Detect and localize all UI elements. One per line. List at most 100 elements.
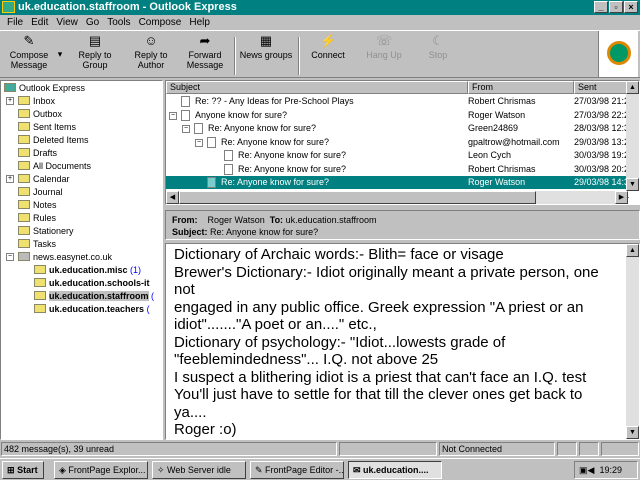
collapse-thread-icon[interactable]: −: [169, 111, 177, 120]
folder-outbox[interactable]: Outbox: [18, 108, 62, 120]
preview-subject: Re: Anyone know for sure?: [210, 227, 319, 237]
message-row[interactable]: Re: ?? - Any Ideas for Pre-School Plays R…: [166, 95, 629, 108]
folder-notes[interactable]: Notes: [18, 199, 57, 211]
newsgroup-misc[interactable]: uk.education.misc (1): [34, 264, 141, 276]
message-subject: Re: Anyone know for sure?: [221, 177, 330, 187]
status-messages: 482 message(s), 39 unread: [1, 442, 337, 456]
column-sent[interactable]: Sent: [574, 81, 628, 94]
trash-icon: [18, 135, 30, 144]
compose-message-button[interactable]: ✎ Compose Message: [6, 34, 52, 71]
collapse-thread-icon[interactable]: −: [182, 125, 190, 133]
message-subject: Re: Anyone know for sure?: [238, 150, 347, 160]
forward-message-button[interactable]: ➦ Forward Message: [180, 34, 230, 71]
reply-to-author-button[interactable]: ☺ Reply to Author: [126, 34, 176, 71]
reply-group-icon: ▤: [88, 33, 102, 48]
menu-go[interactable]: Go: [82, 15, 103, 30]
message-row[interactable]: − Anyone know for sure? Roger Watson 27/03/…: [166, 109, 630, 122]
newsgroup-staffroom[interactable]: uk.education.staffroom (: [34, 290, 154, 302]
folder-rules[interactable]: Rules: [18, 212, 56, 224]
stop-button[interactable]: ☾ Stop: [420, 34, 456, 61]
windows-logo-icon: ⊞: [7, 465, 15, 475]
folder-sent-items[interactable]: Sent Items: [18, 121, 76, 133]
preview-from: Roger Watson: [207, 215, 265, 225]
folder-calendar[interactable]: Calendar: [18, 173, 70, 185]
newsgroups-button[interactable]: ▦ News groups: [238, 33, 294, 61]
window-title: uk.education.staffroom - Outlook Express: [18, 1, 237, 13]
message-row[interactable]: − Re: Anyone know for sure? gpaltrow@hotma…: [166, 136, 629, 149]
collapse-thread-icon[interactable]: −: [195, 138, 203, 147]
menu-tools[interactable]: Tools: [103, 15, 134, 30]
column-subject[interactable]: Subject: [166, 81, 468, 94]
network-icon[interactable]: ▣: [579, 465, 588, 475]
folder-outlook-express[interactable]: Outlook Express: [4, 82, 85, 94]
folder-icon: [18, 239, 30, 248]
message-body[interactable]: Dictionary of Archaic words:- Blith= fac…: [165, 243, 640, 440]
message-icon: [207, 136, 216, 148]
expand-calendar-icon[interactable]: +: [6, 175, 14, 183]
reply-to-group-button[interactable]: ▤ Reply to Group: [70, 33, 120, 71]
folder-icon: [18, 213, 30, 222]
list-vertical-scrollbar[interactable]: ▲ ▼: [626, 81, 639, 191]
compose-dropdown[interactable]: ▾: [56, 49, 64, 59]
folder-icon: [18, 161, 30, 170]
taskbar: ⊞ Start ◈ FrontPage Explor... ✧ Web Serv…: [0, 458, 640, 480]
task-frontpage-editor[interactable]: ✎ FrontPage Editor -...: [250, 461, 344, 479]
message-row[interactable]: Re: Anyone know for sure? Leon Cych 30/03/…: [166, 149, 629, 162]
collapse-server-icon[interactable]: −: [6, 253, 14, 261]
folder-icon: [18, 148, 30, 157]
menu-file[interactable]: File: [3, 15, 27, 30]
folder-inbox[interactable]: Inbox: [18, 95, 55, 107]
volume-icon[interactable]: ◀: [588, 465, 595, 475]
app-icon: [2, 1, 15, 13]
title-bar: uk.education.staffroom - Outlook Express…: [0, 0, 640, 15]
folder-journal[interactable]: Journal: [18, 186, 63, 198]
start-button[interactable]: ⊞ Start: [2, 461, 44, 479]
folder-all-documents[interactable]: All Documents: [18, 160, 91, 172]
task-web-server[interactable]: ✧ Web Server idle: [152, 461, 246, 479]
connect-button[interactable]: ⚡ Connect: [306, 34, 350, 61]
message-from: Roger Watson: [468, 177, 526, 187]
maximize-button[interactable]: ▫: [609, 1, 623, 13]
hang-up-button[interactable]: ☏ Hang Up: [362, 34, 406, 61]
message-from: Roger Watson: [468, 109, 526, 120]
folder-icon: [18, 187, 30, 196]
message-subject: Re: Anyone know for sure?: [238, 163, 347, 174]
message-row[interactable]: − Re: Anyone know for sure? Green24869 28/0…: [166, 122, 630, 135]
folder-icon: [18, 174, 30, 183]
folder-deleted-items[interactable]: Deleted Items: [18, 134, 89, 146]
inbox-icon: [18, 96, 30, 105]
minimize-button[interactable]: _: [594, 1, 608, 13]
task-frontpage-explorer[interactable]: ◈ FrontPage Explor...: [54, 461, 148, 479]
news-server[interactable]: news.easynet.co.uk: [18, 251, 112, 263]
outbox-icon: [18, 109, 30, 118]
column-from[interactable]: From: [468, 81, 574, 94]
menu-compose[interactable]: Compose: [135, 15, 186, 30]
menu-edit[interactable]: Edit: [27, 15, 52, 30]
menu-help[interactable]: Help: [185, 15, 214, 30]
message-sent: 29/03/98 14:3: [574, 177, 630, 187]
message-sent: 27/03/98 22:2: [574, 109, 630, 120]
body-scrollbar[interactable]: ▲ ▼: [626, 244, 639, 439]
newsgroups-icon: ▦: [259, 33, 273, 48]
menu-view[interactable]: View: [52, 15, 82, 30]
newsgroup-teachers[interactable]: uk.education.teachers (: [34, 303, 150, 315]
folder-stationery[interactable]: Stationery: [18, 225, 74, 237]
message-icon: [194, 123, 203, 134]
outlook-icon: [4, 83, 16, 92]
message-icon: [207, 177, 216, 188]
task-outlook-express[interactable]: ✉ uk.education....: [348, 461, 442, 479]
newsgroup-schools-it[interactable]: uk.education.schools-it: [34, 277, 150, 289]
message-subject: Anyone know for sure?: [195, 109, 288, 120]
message-row[interactable]: Re: Anyone know for sure? Robert Chrismas…: [166, 163, 629, 176]
message-sent: 28/03/98 12:3: [574, 123, 630, 133]
close-button[interactable]: ×: [624, 1, 638, 13]
folder-icon: [18, 226, 30, 235]
folder-tasks[interactable]: Tasks: [18, 238, 56, 250]
expand-inbox-icon[interactable]: +: [6, 97, 14, 105]
message-icon: [181, 109, 190, 121]
message-row[interactable]: Re: Anyone know for sure? Roger Watson 29/…: [166, 176, 630, 189]
list-horizontal-scrollbar[interactable]: ◀ ▶: [166, 191, 628, 204]
message-subject: Re: Anyone know for sure?: [221, 136, 330, 147]
message-subject: Re: Anyone know for sure?: [208, 123, 317, 133]
folder-drafts[interactable]: Drafts: [18, 147, 57, 159]
